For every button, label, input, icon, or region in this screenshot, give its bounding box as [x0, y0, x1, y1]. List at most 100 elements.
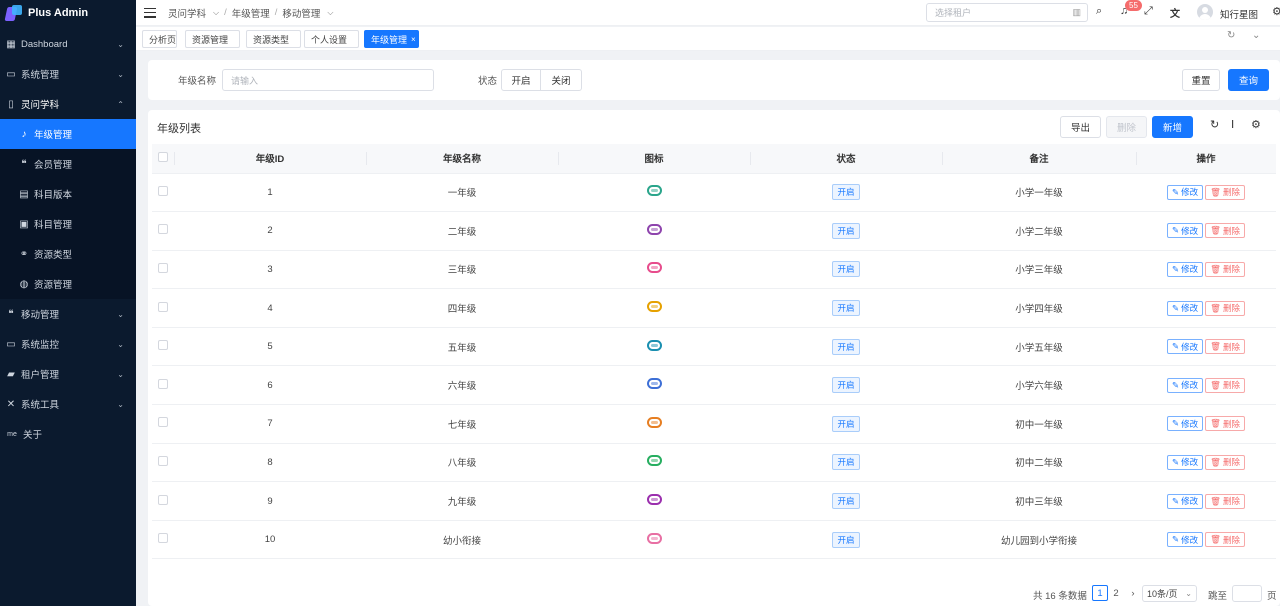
breadcrumb-item[interactable]: 灵问学科 — [168, 6, 206, 20]
delete-button[interactable]: 🗑 删除 — [1205, 416, 1245, 432]
status-on-button[interactable]: 开启 — [501, 69, 541, 91]
page-2-button[interactable]: 2 — [1108, 585, 1124, 601]
status-off-button[interactable]: 关闭 — [540, 69, 582, 91]
sidebar-item-monitor[interactable]: ▭ 系统监控 ⌄ — [0, 329, 136, 359]
dashboard-icon: ▦ — [6, 38, 16, 50]
sidebar-item-label: 资源类型 — [34, 250, 73, 261]
sidebar-item-system[interactable]: ▭ 系统管理 ⌄ — [0, 59, 136, 89]
search-icon[interactable]: ⌕ — [1096, 5, 1102, 18]
row-checkbox[interactable] — [158, 533, 168, 544]
row-checkbox[interactable] — [158, 455, 168, 466]
translate-icon[interactable]: 文 — [1170, 5, 1180, 20]
avatar[interactable] — [1197, 4, 1213, 20]
sidebar-item-resource-type[interactable]: ⚭ 资源类型 — [0, 239, 136, 269]
tab-profile[interactable]: 个人设置 — [304, 30, 359, 48]
grade-icon — [646, 262, 662, 274]
grade-name-input[interactable]: 请输入 — [222, 69, 434, 91]
add-button[interactable]: 新增 — [1152, 116, 1193, 138]
delete-button[interactable]: 🗑 删除 — [1205, 532, 1245, 548]
sidebar-item-label: 租户管理 — [21, 370, 60, 381]
edit-button[interactable]: ✎ 修改 — [1167, 454, 1204, 470]
sidebar-item-tenant[interactable]: ▰ 租户管理 ⌄ — [0, 359, 136, 389]
sidebar-item-tools[interactable]: ✕ 系统工具 ⌄ — [0, 389, 136, 419]
globe-icon: ◍ — [19, 278, 29, 290]
sidebar-item-subject-version[interactable]: ▤ 科目版本 — [0, 179, 136, 209]
row-checkbox[interactable] — [158, 262, 168, 273]
query-button[interactable]: 查询 — [1228, 69, 1269, 91]
delete-button[interactable]: 🗑 删除 — [1205, 377, 1245, 393]
chevron-down-icon[interactable]: ⌄ — [1252, 30, 1260, 41]
column-header[interactable]: 年级名称 — [366, 144, 558, 174]
close-icon[interactable]: × — [411, 35, 416, 44]
sidebar-item-mobile[interactable]: ❝ 移动管理 ⌄ — [0, 299, 136, 329]
tab-resource-type[interactable]: 资源类型 — [246, 30, 301, 48]
sidebar-item-grade[interactable]: ♪ 年级管理 — [0, 119, 136, 149]
delete-button[interactable]: 🗑 删除 — [1205, 300, 1245, 316]
row-checkbox[interactable] — [158, 417, 168, 428]
row-checkbox[interactable] — [158, 301, 168, 312]
edit-icon: ✎ — [1172, 225, 1180, 236]
logo-icon — [4, 5, 22, 21]
delete-button[interactable]: 🗑 删除 — [1205, 454, 1245, 470]
edit-button[interactable]: ✎ 修改 — [1167, 223, 1204, 239]
select-all-checkbox[interactable] — [158, 151, 168, 162]
next-page-icon[interactable]: › — [1125, 585, 1141, 601]
menu-toggle-icon[interactable] — [144, 7, 156, 18]
gear-icon[interactable]: ⚙ — [1272, 5, 1280, 18]
jump-page-input[interactable] — [1232, 585, 1262, 602]
delete-button[interactable]: 🗑 删除 — [1205, 261, 1245, 277]
edit-button[interactable]: ✎ 修改 — [1167, 377, 1204, 393]
column-header[interactable]: 图标 — [558, 144, 750, 174]
row-checkbox[interactable] — [158, 224, 168, 235]
row-checkbox[interactable] — [158, 378, 168, 389]
table-row: 8 八年级 开启 初中二年级 ✎ 修改 🗑 删除 — [152, 443, 1276, 483]
edit-button[interactable]: ✎ 修改 — [1167, 184, 1204, 200]
row-checkbox[interactable] — [158, 185, 168, 196]
delete-button[interactable]: 🗑 删除 — [1205, 184, 1245, 200]
tab-resource-manage[interactable]: 资源管理 — [185, 30, 240, 48]
sidebar-item-resource[interactable]: ◍ 资源管理 — [0, 269, 136, 299]
sidebar-item-about[interactable]: me 关于 — [0, 419, 136, 449]
reset-button[interactable]: 重置 — [1182, 69, 1220, 91]
row-checkbox[interactable] — [158, 340, 168, 351]
edit-button[interactable]: ✎ 修改 — [1167, 532, 1204, 548]
export-button[interactable]: 导出 — [1060, 116, 1101, 138]
grade-icon — [646, 301, 662, 313]
sidebar-item-member[interactable]: ❝ 会员管理 — [0, 149, 136, 179]
breadcrumb-item[interactable]: 移动管理 — [282, 6, 320, 20]
column-header[interactable]: 状态 — [750, 144, 942, 174]
gear-icon[interactable]: ⚙ — [1251, 118, 1261, 131]
edit-button[interactable]: ✎ 修改 — [1167, 261, 1204, 277]
sidebar-item-subject[interactable]: ▣ 科目管理 — [0, 209, 136, 239]
edit-button[interactable]: ✎ 修改 — [1167, 493, 1204, 509]
batch-delete-button[interactable]: 删除 — [1106, 116, 1147, 138]
delete-button[interactable]: 🗑 删除 — [1205, 223, 1245, 239]
page-size-select[interactable]: 10条/页 ⌄ — [1142, 585, 1197, 602]
sidebar-item-lingwen[interactable]: ▯ 灵问学科 ⌃ — [0, 89, 136, 119]
column-height-icon[interactable]: Ⅰ — [1231, 118, 1234, 131]
tenant-select[interactable]: 选择租户 ▥ — [926, 3, 1088, 22]
username[interactable]: 知行星图 — [1220, 7, 1258, 21]
fullscreen-icon[interactable]: ⤢ — [1144, 5, 1153, 18]
edit-button[interactable]: ✎ 修改 — [1167, 339, 1204, 355]
delete-button[interactable]: 🗑 删除 — [1205, 493, 1245, 509]
column-header[interactable]: 操作 — [1136, 144, 1276, 174]
row-checkbox[interactable] — [158, 494, 168, 505]
grade-table-card: 年级列表 导出 删除 新增 ↻ Ⅰ ⚙ 年级ID 年级名称 图标 状态 备注 操… — [148, 110, 1280, 606]
page-1-button[interactable]: 1 — [1092, 585, 1108, 601]
tab-grade-manage[interactable]: 年级管理 × — [364, 30, 419, 48]
edit-button[interactable]: ✎ 修改 — [1167, 416, 1204, 432]
column-header[interactable]: 备注 — [942, 144, 1136, 174]
breadcrumb-item[interactable]: 年级管理 — [232, 6, 270, 20]
refresh-icon[interactable]: ↻ — [1227, 30, 1235, 41]
grade-table: 年级ID 年级名称 图标 状态 备注 操作 1 一年级 开启 小学一年级 ✎ 修改… — [152, 144, 1276, 560]
grade-id-cell: 10 — [174, 520, 366, 560]
tab-analysis[interactable]: 分析页 — [142, 30, 177, 48]
delete-button[interactable]: 🗑 删除 — [1205, 339, 1245, 355]
edit-button[interactable]: ✎ 修改 — [1167, 300, 1204, 316]
column-header[interactable]: 年级ID — [174, 144, 366, 174]
refresh-icon[interactable]: ↻ — [1210, 118, 1219, 131]
sidebar-item-dashboard[interactable]: ▦ Dashboard ⌄ — [0, 29, 136, 59]
trash-icon: 🗑 — [1210, 456, 1221, 467]
grade-icon — [646, 494, 662, 506]
